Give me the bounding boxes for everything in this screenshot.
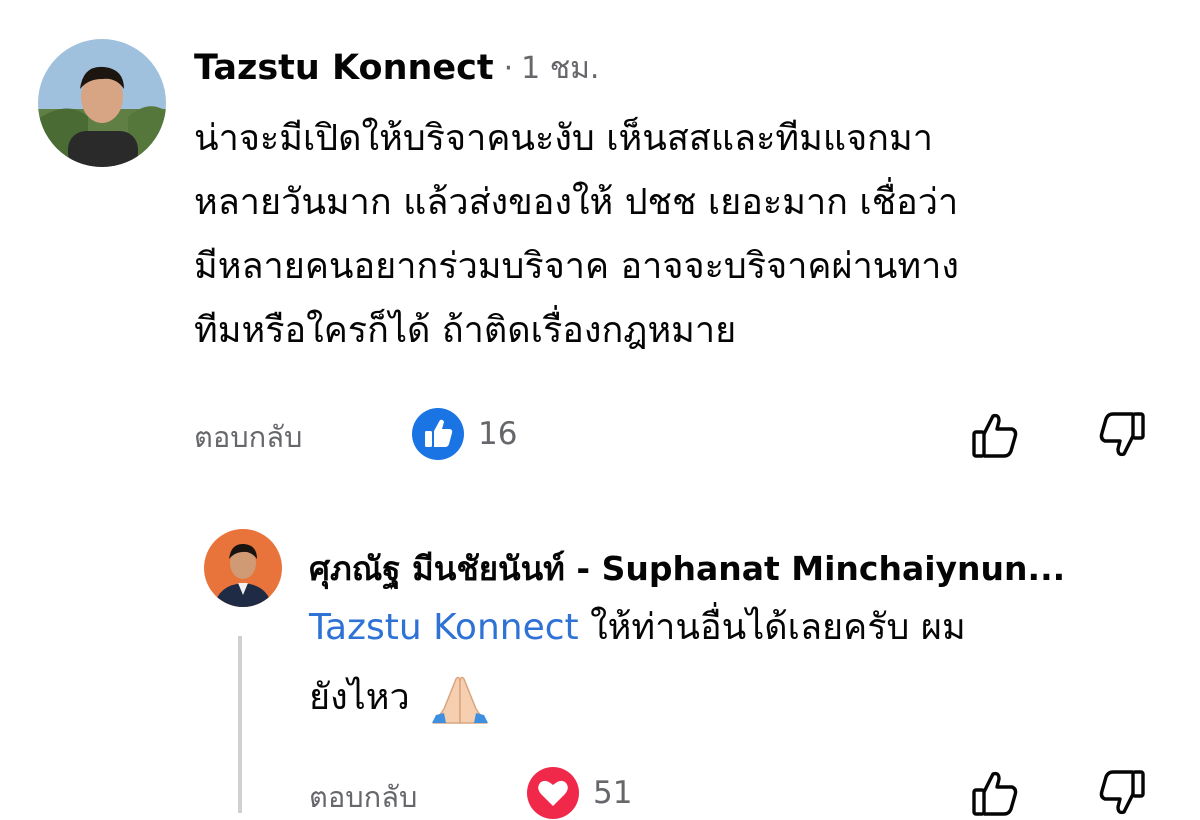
meta-separator: · <box>503 50 514 86</box>
reply-reply-button[interactable]: ตอบกลับ <box>309 774 417 820</box>
like-icon <box>412 408 464 460</box>
comment-line: ทีมหรือใครก็ได้ ถ้าติดเรื่องกฎหมาย <box>194 310 737 351</box>
reply-downvote-button[interactable] <box>1097 768 1147 818</box>
reaction-count: 16 <box>478 416 518 452</box>
reply-text-line2: ยังไหว <box>309 666 492 730</box>
reply-button[interactable]: ตอบกลับ <box>194 414 302 460</box>
avatar[interactable] <box>38 39 166 167</box>
reply-reaction-summary[interactable]: 51 <box>527 767 632 819</box>
thumbs-up-icon <box>970 410 1020 460</box>
comment-text: น่าจะมีเปิดให้บริจาคนะงับ เห็นสสและทีมแจ… <box>194 107 959 363</box>
downvote-button[interactable] <box>1097 410 1147 460</box>
mention-link[interactable]: Tazstu Konnect <box>309 607 579 648</box>
reaction-summary[interactable]: 16 <box>412 408 517 460</box>
reply-reaction-count: 51 <box>593 775 633 811</box>
folded-hands-icon <box>428 671 492 725</box>
comment-line: หลายวันมาก แล้วส่งของให้ ปชช เยอะมาก เชื… <box>194 182 959 223</box>
upvote-button[interactable] <box>970 410 1020 460</box>
thread-line <box>238 636 242 813</box>
comment-author[interactable]: Tazstu Konnect <box>194 48 494 88</box>
comment-time[interactable]: 1 ชม. <box>521 45 599 92</box>
reply-upvote-button[interactable] <box>970 768 1020 818</box>
reply-text-rest: ให้ท่านอื่นได้เลยครับ ผม <box>578 607 966 648</box>
comment-line: มีหลายคนอยากร่วมบริจาค อาจจะบริจาคผ่านทา… <box>194 246 959 287</box>
reply-avatar[interactable] <box>204 529 282 607</box>
reply-text-line: ยังไหว <box>309 677 410 718</box>
thumbs-down-icon <box>1097 768 1147 818</box>
thumbs-down-icon <box>1097 410 1147 460</box>
heart-icon <box>527 767 579 819</box>
reply-author[interactable]: ศุภณัฐ มีนชัยนันท์ - Suphanat Minchaiynu… <box>309 542 1065 595</box>
comment-line: น่าจะมีเปิดให้บริจาคนะงับ เห็นสสและทีมแจ… <box>194 118 933 159</box>
reply-text: Tazstu Konnect ให้ท่านอื่นได้เลยครับ ผม <box>309 596 966 660</box>
thumbs-up-icon <box>970 768 1020 818</box>
